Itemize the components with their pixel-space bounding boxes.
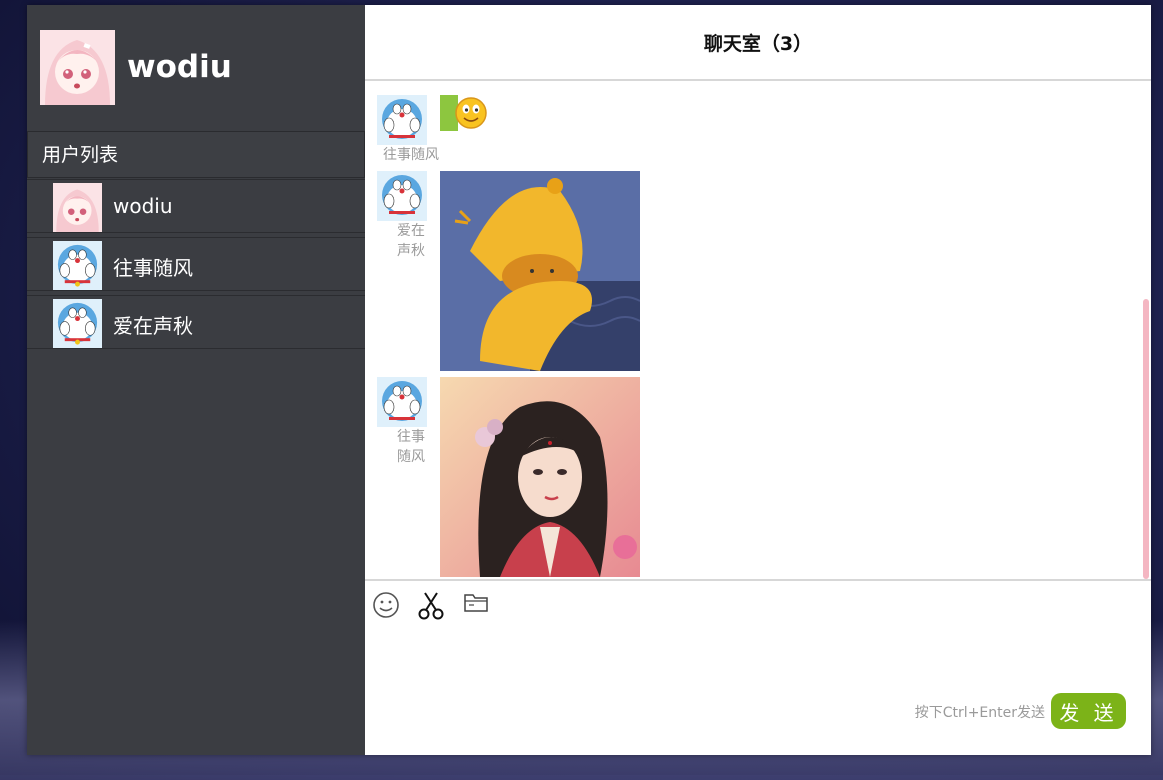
current-user-panel: wodiu <box>27 5 365 130</box>
user-list-title: 用户列表 <box>27 131 365 178</box>
message-sender-line: 往事 <box>397 429 425 445</box>
user-name: wodiu <box>113 194 173 218</box>
message: 往事随风 <box>377 95 677 165</box>
message-composer[interactable]: 按下Ctrl+Enter发送 发 送 <box>365 579 1151 755</box>
message-sender: 往事随风 <box>383 147 439 163</box>
message-list[interactable]: 往事随风 爱在 声秋 往事 随风 <box>365 81 1151 579</box>
message-sender-line: 随风 <box>397 449 425 465</box>
user-list-item[interactable]: wodiu <box>27 179 365 233</box>
chat-title: 聊天室（3） <box>365 5 1151 81</box>
message-sender: 往事 随风 <box>387 427 435 467</box>
folder-icon[interactable] <box>463 592 489 614</box>
smile-icon[interactable] <box>372 591 400 619</box>
message-sender-line: 爱在 <box>397 223 425 239</box>
current-user-name: wodiu <box>127 49 232 85</box>
message-sender-line: 声秋 <box>397 243 425 259</box>
message: 爱在 声秋 <box>377 171 677 371</box>
user-name: 往事随风 <box>113 256 193 280</box>
doraemon-avatar <box>377 171 427 221</box>
message: 往事 随风 <box>377 377 677 577</box>
user-list-item[interactable]: 爱在声秋 <box>27 295 365 349</box>
doraemon-avatar <box>377 377 427 427</box>
message-scrollbar[interactable] <box>1143 299 1149 579</box>
chat-app-window: wodiu 用户列表 wodiu 往事随风 爱在声秋 聊天室（3） 往事随风 爱… <box>27 5 1151 755</box>
chat-panel: 聊天室（3） 往事随风 爱在 声秋 往事 随风 按下Ctrl+Enter发送 发… <box>365 5 1151 755</box>
anime-girl-avatar <box>53 183 102 232</box>
smiley-emoji-icon <box>440 95 487 131</box>
doraemon-avatar <box>53 241 102 290</box>
send-hint: 按下Ctrl+Enter发送 <box>914 705 1045 721</box>
doraemon-avatar <box>53 299 102 348</box>
send-button[interactable]: 发 送 <box>1051 693 1126 729</box>
user-name: 爱在声秋 <box>113 314 193 338</box>
scissors-icon[interactable] <box>417 591 445 621</box>
message-sender: 爱在 声秋 <box>387 221 435 261</box>
image-message[interactable] <box>440 377 640 577</box>
doraemon-avatar <box>377 95 427 145</box>
anime-girl-avatar <box>40 30 115 105</box>
user-list-item[interactable]: 往事随风 <box>27 237 365 291</box>
image-message[interactable] <box>440 171 640 371</box>
sidebar: wodiu 用户列表 wodiu 往事随风 爱在声秋 <box>27 5 365 755</box>
